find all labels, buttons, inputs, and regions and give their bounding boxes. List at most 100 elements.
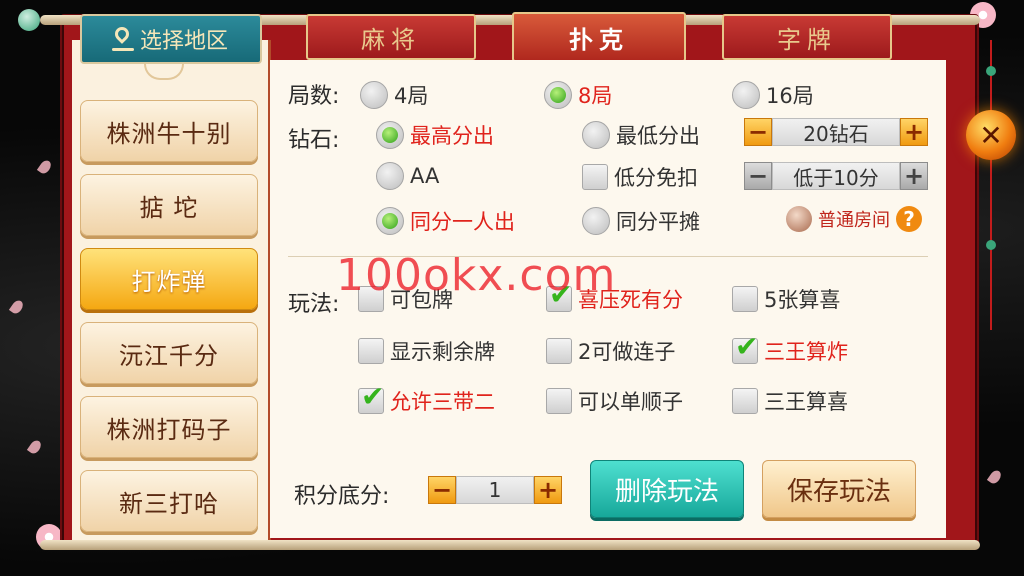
tab-mahjong[interactable]: 麻将 xyxy=(306,14,476,60)
radio-icon xyxy=(582,207,610,235)
base-score-value: 1 xyxy=(456,476,534,504)
sidebar-item-label: 新三打哈 xyxy=(119,489,219,518)
diamond-value: 20钻石 xyxy=(772,118,900,146)
below-score-stepper: − 低于10分 + xyxy=(744,162,928,190)
room-type-label: 普通房间 xyxy=(818,210,890,231)
plus-button[interactable]: + xyxy=(900,162,928,190)
sidebar-item-label: 株洲打码子 xyxy=(106,415,232,444)
room-type[interactable]: 普通房间 ? xyxy=(786,206,922,232)
sidebar-item-label: 株洲牛十别 xyxy=(106,119,232,148)
checkbox-checked-icon xyxy=(358,380,384,414)
delete-rule-button[interactable]: 删除玩法 xyxy=(590,460,744,518)
option-label: 同分平摊 xyxy=(616,210,700,234)
same-score-split[interactable]: 同分平摊 xyxy=(582,206,700,236)
checkbox-icon xyxy=(358,338,384,364)
tab-label: 扑克 xyxy=(569,25,629,54)
tab-label: 麻将 xyxy=(361,25,421,54)
select-region-button[interactable]: 选择地区 xyxy=(80,14,262,64)
tab-poker[interactable]: 扑克 xyxy=(512,12,686,62)
sidebar-item-2[interactable]: 打炸弹 xyxy=(80,248,258,310)
checkbox-icon xyxy=(732,388,758,414)
checkbox-icon xyxy=(546,338,572,364)
gameplay-option-7[interactable]: 可以单顺子 xyxy=(546,386,683,416)
ornament-decoration xyxy=(144,64,184,80)
rod-cap xyxy=(18,9,40,31)
gameplay-option-1[interactable]: 喜压死有分 xyxy=(546,278,683,314)
radio-selected-icon xyxy=(376,121,404,149)
rounds-option-8[interactable]: 8局 xyxy=(544,80,612,110)
option-label: 最低分出 xyxy=(616,124,700,148)
sidebar-item-label: 掂 坨 xyxy=(139,193,199,222)
base-score-label: 积分底分: xyxy=(294,484,390,509)
room-icon xyxy=(786,206,812,232)
bead-decoration xyxy=(986,240,996,250)
radio-selected-icon xyxy=(544,81,572,109)
radio-icon xyxy=(582,121,610,149)
sidebar-item-1[interactable]: 掂 坨 xyxy=(80,174,258,236)
minus-button[interactable]: − xyxy=(428,476,456,504)
option-label: 低分免扣 xyxy=(614,166,698,190)
rounds-label: 局数: xyxy=(288,84,340,109)
checkbox-icon xyxy=(732,286,758,312)
minus-button[interactable]: − xyxy=(744,162,772,190)
sidebar-item-0[interactable]: 株洲牛十别 xyxy=(80,100,258,162)
section-divider xyxy=(288,256,928,257)
sidebar-item-3[interactable]: 沅江千分 xyxy=(80,322,258,384)
low-score-waive-checkbox[interactable]: 低分免扣 xyxy=(582,162,698,192)
gameplay-option-8[interactable]: 三王算喜 xyxy=(732,386,848,416)
option-label: AA xyxy=(410,164,440,188)
diamond-label: 钻石: xyxy=(288,128,340,153)
checkbox-checked-icon xyxy=(546,278,572,312)
option-label: 三王算喜 xyxy=(764,390,848,414)
option-label: 5张算喜 xyxy=(764,288,841,312)
rounds-option-16[interactable]: 16局 xyxy=(732,80,814,110)
option-label: 16局 xyxy=(766,84,814,108)
option-label: 可以单顺子 xyxy=(578,390,683,414)
tab-label: 字牌 xyxy=(777,25,837,54)
plus-button[interactable]: + xyxy=(900,118,928,146)
plus-button[interactable]: + xyxy=(534,476,562,504)
option-label: 可包牌 xyxy=(390,288,453,312)
option-label: 显示剩余牌 xyxy=(390,340,495,364)
option-label: 2可做连子 xyxy=(578,340,676,364)
radio-selected-icon xyxy=(376,207,404,235)
minus-button[interactable]: − xyxy=(744,118,772,146)
checkbox-icon xyxy=(546,388,572,414)
pay-option-aa[interactable]: AA xyxy=(376,162,439,190)
sidebar-item-5[interactable]: 新三打哈 xyxy=(80,470,258,532)
option-label: 允许三带二 xyxy=(390,390,495,414)
save-rule-button[interactable]: 保存玩法 xyxy=(762,460,916,518)
checkbox-icon xyxy=(582,164,608,190)
same-score-one-pays[interactable]: 同分一人出 xyxy=(376,206,515,236)
bead-decoration xyxy=(986,66,996,76)
diamond-stepper: − 20钻石 + xyxy=(744,118,928,146)
gameplay-label: 玩法: xyxy=(288,292,340,317)
help-icon[interactable]: ? xyxy=(896,206,922,232)
gameplay-option-6[interactable]: 允许三带二 xyxy=(358,380,495,416)
scroll-rod-bottom xyxy=(40,540,980,550)
gameplay-option-5[interactable]: 三王算炸 xyxy=(732,330,848,366)
gameplay-option-2[interactable]: 5张算喜 xyxy=(732,284,840,314)
select-region-label: 选择地区 xyxy=(139,29,228,54)
rounds-option-4[interactable]: 4局 xyxy=(360,80,428,110)
checkbox-icon xyxy=(358,286,384,312)
gameplay-option-3[interactable]: 显示剩余牌 xyxy=(358,336,495,366)
option-label: 最高分出 xyxy=(410,124,494,148)
sidebar-item-4[interactable]: 株洲打码子 xyxy=(80,396,258,458)
option-label: 8局 xyxy=(578,84,613,108)
radio-icon xyxy=(376,162,404,190)
option-label: 4局 xyxy=(394,84,429,108)
pay-option-lowest[interactable]: 最低分出 xyxy=(582,120,700,150)
gameplay-option-4[interactable]: 2可做连子 xyxy=(546,336,675,366)
checkbox-checked-icon xyxy=(732,330,758,364)
tab-word-cards[interactable]: 字牌 xyxy=(722,14,892,60)
settings-panel: 局数: 4局 8局 16局 钻石: 最高分出 最低分出 − 20钻石 + AA … xyxy=(270,60,946,538)
option-label: 喜压死有分 xyxy=(578,288,683,312)
hanging-string xyxy=(990,40,992,330)
option-label: 三王算炸 xyxy=(764,340,848,364)
gameplay-option-0[interactable]: 可包牌 xyxy=(358,284,453,314)
pay-option-highest[interactable]: 最高分出 xyxy=(376,120,494,150)
radio-icon xyxy=(732,81,760,109)
close-button[interactable]: ✕ xyxy=(966,110,1016,160)
sidebar-item-label: 打炸弹 xyxy=(131,267,207,296)
